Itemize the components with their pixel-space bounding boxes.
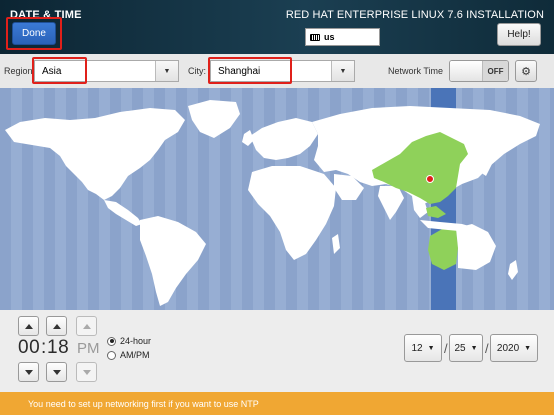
ntp-warning-bar: You need to set up networking first if y… — [0, 392, 554, 415]
chevron-down-icon — [52, 369, 61, 375]
format-24h-label: 24-hour — [120, 336, 152, 346]
chevron-down-icon — [24, 369, 33, 375]
help-button[interactable]: Help! — [497, 23, 541, 46]
format-ampm-option[interactable]: AM/PM — [107, 350, 150, 360]
minute-decrement-button[interactable] — [46, 362, 67, 382]
chevron-down-icon — [82, 369, 91, 375]
radio-unselected-icon — [107, 350, 116, 360]
network-time-switch[interactable]: OFF — [449, 60, 509, 82]
warning-message: You need to set up networking first if y… — [28, 398, 259, 409]
month-selector[interactable]: 12 ▼ — [404, 334, 442, 362]
hours-display: 00 — [18, 337, 41, 358]
city-label: City: — [188, 66, 206, 76]
region-combobox[interactable]: Asia ▼ — [34, 60, 179, 82]
format-ampm-label: AM/PM — [120, 350, 150, 360]
radio-selected-icon — [107, 336, 116, 346]
product-title: RED HAT ENTERPRISE LINUX 7.6 INSTALLATIO… — [285, 9, 544, 21]
date-separator: / — [444, 341, 448, 356]
region-label: Region: — [4, 66, 36, 76]
page-title: DATE & TIME — [10, 9, 82, 21]
network-time-state: OFF — [483, 61, 508, 81]
period-display: PM — [77, 340, 100, 357]
time-separator: : — [41, 337, 47, 358]
minutes-display: 18 — [47, 337, 70, 358]
dropdown-arrow-icon: ▼ — [331, 61, 354, 81]
ntp-settings-button[interactable]: ⚙ — [515, 60, 537, 82]
keyboard-layout-indicator[interactable]: us — [305, 28, 380, 46]
hour-decrement-button[interactable] — [18, 362, 39, 382]
dropdown-arrow-icon: ▼ — [155, 61, 178, 81]
day-selector[interactable]: 25 ▼ — [449, 334, 483, 362]
date-separator: / — [485, 341, 489, 356]
year-selector[interactable]: 2020 ▼ — [490, 334, 538, 362]
period-increment-button[interactable] — [76, 316, 97, 336]
keyboard-icon — [310, 33, 320, 41]
chevron-up-icon — [24, 323, 33, 329]
format-24h-option[interactable]: 24-hour — [107, 336, 151, 346]
year-value: 2020 — [496, 342, 520, 354]
chevron-up-icon — [52, 323, 61, 329]
region-value: Asia — [42, 65, 62, 77]
hour-increment-button[interactable] — [18, 316, 39, 336]
switch-knob — [450, 61, 483, 81]
city-combobox[interactable]: Shanghai ▼ — [210, 60, 355, 82]
chevron-up-icon — [82, 323, 91, 329]
minute-increment-button[interactable] — [46, 316, 67, 336]
city-location-marker — [426, 175, 434, 183]
done-button[interactable]: Done — [12, 22, 56, 45]
dropdown-arrow-icon: ▼ — [524, 344, 532, 352]
day-value: 25 — [454, 342, 466, 354]
timezone-map[interactable] — [0, 88, 554, 310]
period-decrement-button[interactable] — [76, 362, 97, 382]
dropdown-arrow-icon: ▼ — [427, 344, 435, 352]
city-value: Shanghai — [218, 65, 261, 77]
network-time-label: Network Time — [388, 66, 444, 76]
gear-icon: ⚙ — [521, 65, 531, 78]
dropdown-arrow-icon: ▼ — [470, 344, 478, 352]
keyboard-layout-label: us — [324, 32, 335, 42]
month-value: 12 — [411, 342, 423, 354]
